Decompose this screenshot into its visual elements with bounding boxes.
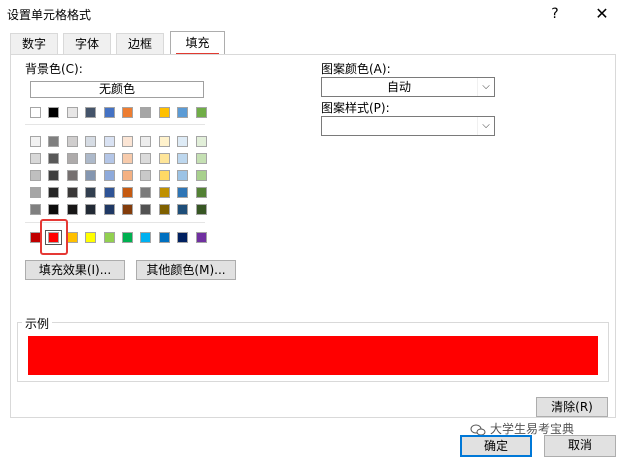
tint-color-swatch[interactable] bbox=[48, 187, 59, 198]
standard-color-swatch[interactable] bbox=[159, 232, 170, 243]
tint-color-swatch[interactable] bbox=[140, 153, 151, 164]
pattern-color-dropdown[interactable]: 自动 ⌵ bbox=[321, 77, 495, 97]
tint-color-swatch[interactable] bbox=[85, 153, 96, 164]
tint-color-swatch[interactable] bbox=[67, 204, 78, 215]
chat-bubble-icon bbox=[470, 424, 486, 435]
fill-effects-button[interactable]: 填充效果(I)... bbox=[25, 260, 125, 280]
tint-color-swatch[interactable] bbox=[85, 170, 96, 181]
theme-color-swatch[interactable] bbox=[67, 107, 78, 118]
standard-color-swatch[interactable] bbox=[104, 232, 115, 243]
tint-color-swatch[interactable] bbox=[104, 187, 115, 198]
tint-color-swatch[interactable] bbox=[196, 153, 207, 164]
standard-color-swatch[interactable] bbox=[196, 232, 207, 243]
tint-color-swatch[interactable] bbox=[159, 153, 170, 164]
tint-color-swatch[interactable] bbox=[177, 187, 188, 198]
tint-color-swatch[interactable] bbox=[177, 153, 188, 164]
tint-color-swatch[interactable] bbox=[67, 170, 78, 181]
tint-color-swatch[interactable] bbox=[196, 170, 207, 181]
tint-color-swatch[interactable] bbox=[177, 170, 188, 181]
tint-color-swatch[interactable] bbox=[122, 187, 133, 198]
tint-color-swatch[interactable] bbox=[159, 187, 170, 198]
theme-color-swatch[interactable] bbox=[104, 107, 115, 118]
tint-color-swatch[interactable] bbox=[122, 170, 133, 181]
theme-color-swatch[interactable] bbox=[196, 107, 207, 118]
tint-color-swatch[interactable] bbox=[104, 136, 115, 147]
tint-color-swatch[interactable] bbox=[85, 187, 96, 198]
tint-color-swatch[interactable] bbox=[30, 170, 41, 181]
tint-color-swatch[interactable] bbox=[122, 204, 133, 215]
cancel-button[interactable]: 取消 bbox=[544, 435, 616, 457]
theme-color-swatch[interactable] bbox=[48, 107, 59, 118]
chevron-down-icon: ⌵ bbox=[477, 78, 494, 96]
tint-color-swatch[interactable] bbox=[122, 153, 133, 164]
clear-button[interactable]: 清除(R) bbox=[536, 397, 608, 417]
tint-color-swatch[interactable] bbox=[48, 204, 59, 215]
tab-number[interactable]: 数字 bbox=[10, 33, 58, 55]
tint-color-swatch[interactable] bbox=[104, 153, 115, 164]
tint-color-swatch[interactable] bbox=[48, 136, 59, 147]
pattern-color-value: 自动 bbox=[386, 80, 411, 94]
tint-color-swatch[interactable] bbox=[30, 136, 41, 147]
tint-color-swatch[interactable] bbox=[48, 170, 59, 181]
tint-color-swatch[interactable] bbox=[196, 136, 207, 147]
tint-color-swatch[interactable] bbox=[48, 153, 59, 164]
theme-color-swatch[interactable] bbox=[177, 107, 188, 118]
tint-color-swatch[interactable] bbox=[104, 170, 115, 181]
sample-preview bbox=[28, 336, 598, 375]
tint-color-swatch[interactable] bbox=[177, 136, 188, 147]
tint-color-swatch[interactable] bbox=[140, 136, 151, 147]
tint-color-swatch[interactable] bbox=[122, 136, 133, 147]
watermark-text: 大学生易考宝典 bbox=[490, 422, 575, 436]
ok-button[interactable]: 确定 bbox=[460, 435, 532, 457]
tint-color-swatch[interactable] bbox=[196, 187, 207, 198]
pattern-color-label: 图案颜色(A): bbox=[321, 62, 391, 76]
sample-label: 示例 bbox=[22, 315, 53, 332]
theme-color-swatch[interactable] bbox=[140, 107, 151, 118]
tint-color-swatch[interactable] bbox=[67, 136, 78, 147]
theme-color-swatch[interactable] bbox=[122, 107, 133, 118]
theme-color-swatch[interactable] bbox=[159, 107, 170, 118]
tint-color-swatch[interactable] bbox=[85, 204, 96, 215]
chevron-down-icon: ⌵ bbox=[477, 117, 494, 135]
standard-color-swatch[interactable] bbox=[85, 232, 96, 243]
pattern-style-dropdown[interactable]: ⌵ bbox=[321, 116, 495, 136]
standard-color-swatch[interactable] bbox=[122, 232, 133, 243]
selected-color-highlight bbox=[40, 219, 68, 255]
standard-color-swatch[interactable] bbox=[177, 232, 188, 243]
theme-color-swatch[interactable] bbox=[85, 107, 96, 118]
theme-color-swatch[interactable] bbox=[30, 107, 41, 118]
tint-color-swatch[interactable] bbox=[30, 153, 41, 164]
help-button[interactable]: ? bbox=[544, 4, 566, 24]
pattern-style-label: 图案样式(P): bbox=[321, 101, 390, 115]
tint-color-swatch[interactable] bbox=[30, 187, 41, 198]
tab-border[interactable]: 边框 bbox=[116, 33, 164, 55]
tint-color-swatch[interactable] bbox=[177, 204, 188, 215]
tint-color-swatch[interactable] bbox=[159, 170, 170, 181]
tint-color-swatch[interactable] bbox=[140, 204, 151, 215]
standard-color-swatch[interactable] bbox=[67, 232, 78, 243]
tint-color-swatch[interactable] bbox=[140, 170, 151, 181]
tint-color-swatch[interactable] bbox=[67, 187, 78, 198]
palette-divider bbox=[25, 124, 205, 125]
tab-fill[interactable]: 填充 bbox=[170, 31, 225, 54]
no-color-button[interactable]: 无颜色 bbox=[30, 81, 204, 98]
tint-color-swatch[interactable] bbox=[196, 204, 207, 215]
tab-font[interactable]: 字体 bbox=[63, 33, 111, 55]
tint-color-swatch[interactable] bbox=[159, 204, 170, 215]
tint-color-swatch[interactable] bbox=[85, 136, 96, 147]
tint-color-swatch[interactable] bbox=[67, 153, 78, 164]
standard-color-swatch[interactable] bbox=[140, 232, 151, 243]
tint-color-swatch[interactable] bbox=[30, 204, 41, 215]
tint-color-swatch[interactable] bbox=[104, 204, 115, 215]
background-color-label: 背景色(C): bbox=[25, 62, 83, 76]
title-bar: 设置单元格格式 ? ✕ bbox=[0, 0, 625, 29]
tint-color-swatch[interactable] bbox=[159, 136, 170, 147]
close-button[interactable]: ✕ bbox=[591, 3, 613, 25]
format-cells-dialog: 设置单元格格式 ? ✕ 数字 字体 边框 填充 背景色(C): 无颜色 填充效果… bbox=[0, 0, 625, 459]
more-colors-button[interactable]: 其他颜色(M)... bbox=[136, 260, 236, 280]
window-title: 设置单元格格式 bbox=[7, 8, 92, 22]
tint-color-swatch[interactable] bbox=[140, 187, 151, 198]
